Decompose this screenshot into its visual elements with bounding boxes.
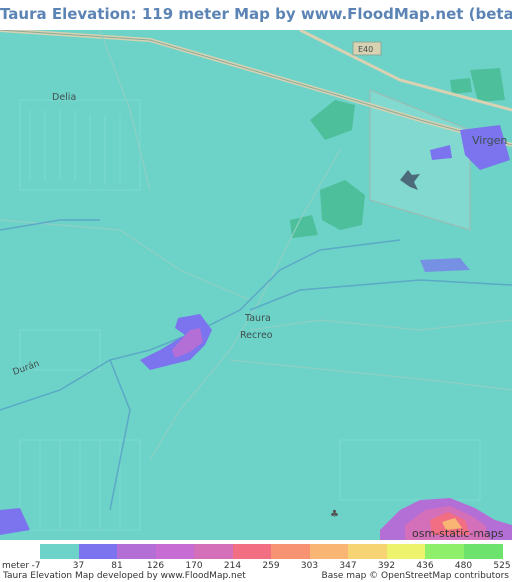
place-label-virgen: Virgen — [472, 134, 507, 147]
legend-swatch — [194, 544, 233, 559]
legend-swatch — [155, 544, 195, 559]
legend-tick: 525 — [493, 561, 511, 571]
legend-swatch — [271, 544, 310, 559]
place-label-taura: Taura — [244, 313, 271, 324]
elevation-map[interactable]: Delia Virgen Taura Recreo Durán E40 osm-… — [0, 30, 512, 540]
elevation-legend: meter -7 37 81 126 170 214 259 303 347 392 436 480 5… — [0, 540, 512, 582]
place-label-delia: Delia — [52, 92, 76, 103]
legend-swatch — [386, 544, 426, 559]
legend-swatch — [425, 544, 464, 559]
legend-tick: 37 — [72, 561, 85, 571]
legend-swatch — [78, 544, 118, 559]
place-label-recreo: Recreo — [240, 330, 273, 341]
legend-tick: 480 — [454, 561, 473, 571]
poi-marker: ♣ — [330, 509, 339, 520]
legend-swatch — [232, 544, 272, 559]
legend-swatch — [40, 544, 79, 559]
legend-tick: 347 — [339, 561, 357, 571]
legend-unit: meter — [2, 561, 30, 571]
legend-swatch — [117, 544, 156, 559]
title-bar: Taura Elevation: 119 meter Map by www.Fl… — [0, 0, 512, 30]
road-label-e40: E40 — [358, 45, 373, 54]
legend-tick: 392 — [377, 561, 396, 571]
map-background — [0, 30, 512, 540]
legend-swatch — [309, 544, 349, 559]
map-title: Taura Elevation: 119 meter Map by www.Fl… — [0, 5, 512, 23]
legend-tick: 214 — [223, 561, 242, 571]
legend-tick: -7 — [31, 561, 41, 571]
floodmap-page: Taura Elevation: 119 meter Map by www.Fl… — [0, 0, 512, 582]
legend-tick: 436 — [416, 561, 434, 571]
legend-swatch — [348, 544, 387, 559]
footer-left: Taura Elevation Map developed by www.Flo… — [3, 571, 246, 581]
legend-tick: 126 — [146, 561, 165, 571]
legend-tick: 81 — [111, 561, 123, 571]
legend-tick: 303 — [300, 561, 319, 571]
legend-swatch — [463, 544, 503, 559]
legend-tick: 170 — [185, 561, 203, 571]
map-credit: osm-static-maps — [412, 527, 504, 540]
legend-tick: 259 — [262, 561, 280, 571]
footer-right: Base map © OpenStreetMap contributors — [321, 571, 509, 581]
